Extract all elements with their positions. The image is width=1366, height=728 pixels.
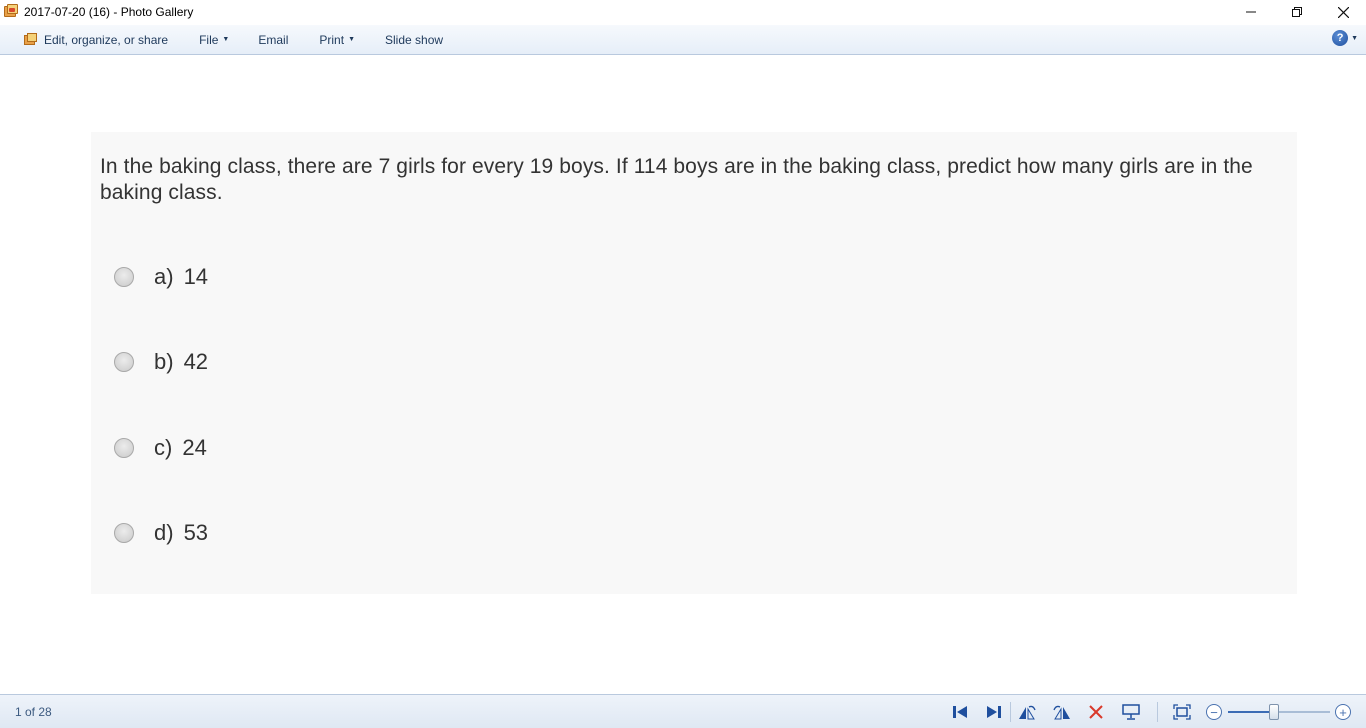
chevron-down-icon: ▼ [348,36,355,43]
previous-button[interactable] [950,702,970,722]
status-bar: 1 of 28 − + [0,694,1366,728]
zoom-out-button[interactable]: − [1206,704,1222,720]
photo-viewer: In the baking class, there are 7 girls f… [0,56,1366,694]
option-value: 24 [182,435,207,460]
rotate-right-button[interactable] [1052,702,1072,722]
title-bar: 2017-07-20 (16) - Photo Gallery [0,0,1366,24]
option-letter: c) [154,435,173,460]
toolbar-divider [1010,702,1011,722]
toolbar-divider [1157,702,1158,722]
answer-option-b: b) 42 [114,347,208,377]
email-button[interactable]: Email [258,25,288,55]
radio-button-icon [114,267,134,287]
slide-show-button[interactable]: Slide show [385,25,443,55]
zoom-slider-fill [1228,711,1274,713]
window-title: 2017-07-20 (16) - Photo Gallery [24,5,194,19]
delete-button[interactable] [1086,702,1106,722]
question-text: In the baking class, there are 7 girls f… [100,155,1253,204]
chevron-down-icon: ▼ [1351,34,1358,42]
zoom-slider[interactable] [1228,711,1330,713]
window-controls [1228,0,1366,24]
radio-button-icon [114,438,134,458]
slide-show-toolbar-button[interactable] [1121,702,1141,722]
delete-icon [1089,705,1103,719]
next-button[interactable] [984,702,1004,722]
chevron-down-icon: ▼ [222,36,230,43]
rotate-left-icon [1019,705,1036,720]
option-letter: a) [154,264,174,289]
photo-gallery-app-icon [3,4,19,20]
quiz-screenshot: In the baking class, there are 7 girls f… [91,132,1297,594]
option-value: 53 [183,520,209,545]
answer-option-a: a) 14 [114,262,208,292]
rotate-left-button[interactable] [1017,702,1037,722]
zoom-in-button[interactable]: + [1335,704,1351,720]
restore-icon [1292,7,1302,17]
print-menu[interactable]: Print ▼ [319,25,355,55]
zoom-out-icon: − [1210,704,1218,720]
photo-gallery-icon [24,32,38,47]
minimize-icon [1246,11,1256,13]
file-menu[interactable]: File ▼ [199,25,229,55]
email-label: Email [258,32,289,47]
minimize-button[interactable] [1228,0,1274,24]
photo-counter: 1 of 28 [15,705,52,719]
option-letter: d) [154,520,174,545]
option-value: 42 [183,349,209,374]
close-button[interactable] [1320,0,1366,24]
help-button[interactable]: ? ▼ [1332,30,1358,46]
previous-icon [953,706,967,718]
restore-button[interactable] [1274,0,1320,24]
edit-organize-share-button[interactable]: Edit, organize, or share [24,25,168,55]
close-icon [1337,6,1349,18]
rotate-right-icon [1053,705,1070,720]
zoom-slider-thumb[interactable] [1268,704,1279,720]
option-letter: b) [154,349,174,374]
actual-size-icon [1173,704,1191,720]
slideshow-icon [1122,704,1140,720]
edit-organize-share-label: Edit, organize, or share [44,32,169,47]
slide-show-label: Slide show [385,32,444,47]
option-value: 14 [183,264,209,289]
radio-button-icon [114,352,134,372]
help-icon: ? [1332,30,1349,46]
answer-option-d: d) 53 [114,518,208,548]
actual-size-button[interactable] [1172,702,1192,722]
command-bar: Edit, organize, or share File ▼ Email Pr… [0,25,1366,55]
next-icon [987,706,1001,718]
radio-button-icon [114,523,134,543]
print-menu-label: Print [319,32,345,47]
answer-option-c: c) 24 [114,433,207,463]
zoom-in-icon: + [1339,704,1347,720]
file-menu-label: File [199,32,219,47]
